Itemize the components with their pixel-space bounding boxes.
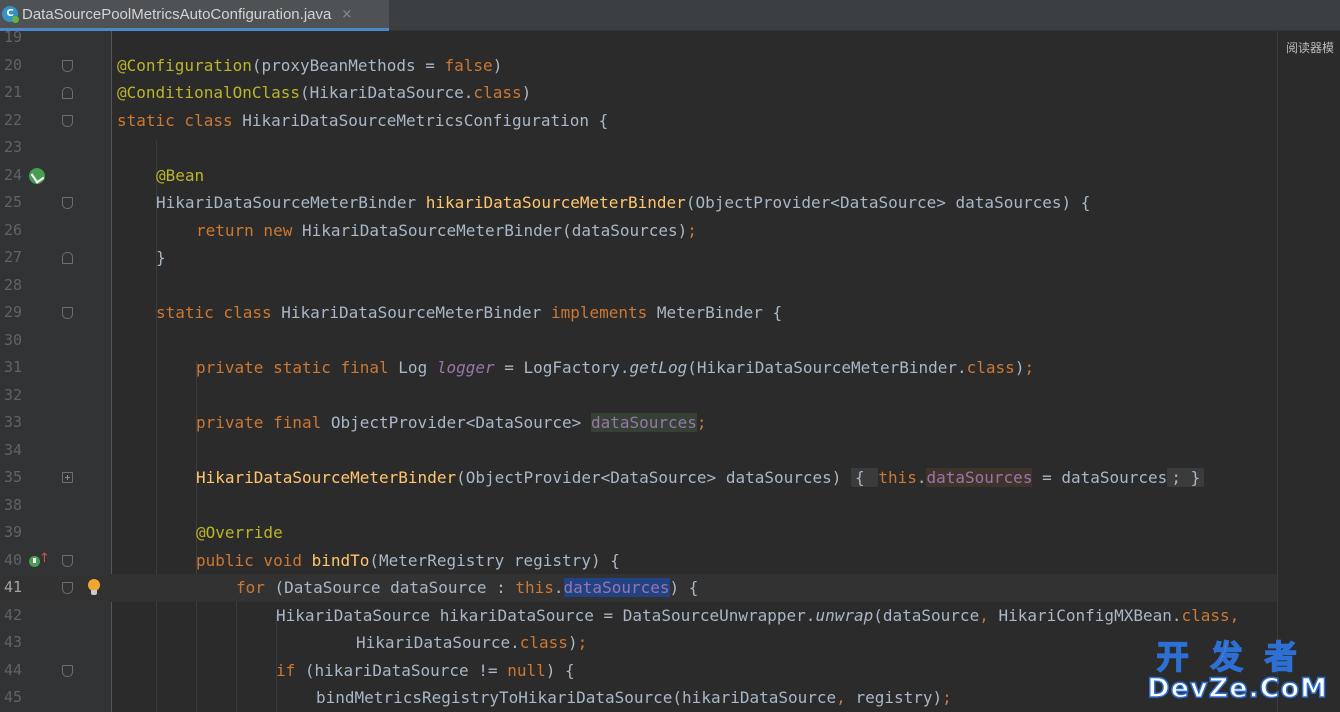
code-text: @Override: [196, 523, 283, 542]
code-line: 29 static class HikariDataSourceMeterBin…: [0, 299, 1340, 327]
code-line: 30: [0, 327, 1340, 355]
fold-start-icon[interactable]: [62, 307, 73, 319]
code-text: for (DataSource dataSource : this.dataSo…: [236, 578, 699, 597]
line-number: 20: [3, 55, 22, 74]
line-number: 41: [3, 578, 22, 596]
close-tab-icon[interactable]: ×: [341, 7, 352, 22]
code-text: @Configuration(proxyBeanMethods = false): [117, 55, 503, 75]
code-line: 26 return new HikariDataSourceMeterBinde…: [0, 217, 1340, 245]
code-line: 43 HikariDataSource.class);: [0, 629, 1340, 657]
line-number: 30: [3, 330, 22, 349]
code-line: 42 HikariDataSource hikariDataSource = D…: [0, 602, 1340, 630]
line-number: 42: [3, 605, 22, 624]
fold-start-icon[interactable]: [62, 197, 73, 209]
code-line: 23: [0, 134, 1340, 162]
code-line: 20 @Configuration(proxyBeanMethods = fal…: [0, 52, 1340, 80]
line-number: 19: [3, 28, 22, 46]
code-text: if (hikariDataSource != null) {: [276, 660, 575, 680]
java-class-icon: C: [2, 6, 19, 23]
code-text: bindMetricsRegistryToHikariDataSource(hi…: [316, 688, 952, 707]
code-line-current: 41 for (DataSource dataSource : this.dat…: [0, 574, 1340, 602]
code-text: static class HikariDataSourceMetricsConf…: [117, 110, 609, 130]
watermark-bottom-text: DevZe.CoM: [1147, 673, 1328, 705]
line-number: 26: [3, 220, 22, 239]
code-line: 40 ↑ public void bindTo(MeterRegistry re…: [0, 547, 1340, 575]
spring-bean-icon[interactable]: [29, 167, 45, 184]
tab-file-name: DataSourcePoolMetricsAutoConfiguration.j…: [22, 5, 332, 23]
fold-start-icon[interactable]: [62, 59, 73, 72]
code-line: 24 @Bean: [0, 162, 1340, 190]
code-text: HikariDataSourceMeterBinder hikariDataSo…: [156, 193, 1091, 212]
code-line: 33 private final ObjectProvider<DataSour…: [0, 409, 1340, 437]
code-line: 39 @Override: [0, 519, 1340, 547]
code-text: HikariDataSource.class);: [356, 633, 588, 652]
lightbulb-icon[interactable]: [87, 579, 101, 597]
code-text: private final ObjectProvider<DataSource>…: [196, 413, 707, 432]
code-line: 32: [0, 382, 1340, 410]
code-text: static class HikariDataSourceMeterBinder…: [156, 303, 783, 322]
line-number: 29: [3, 303, 22, 321]
line-number: 22: [3, 110, 22, 129]
code-text: @Bean: [156, 165, 205, 185]
code-line: 27 }: [0, 244, 1340, 272]
code-text: HikariDataSourceMeterBinder(ObjectProvid…: [196, 464, 1205, 492]
watermark-top-text: 开发者: [1156, 638, 1319, 676]
line-number: 45: [3, 688, 22, 706]
code-text: @ConditionalOnClass(HikariDataSource.cla…: [117, 83, 532, 102]
code-line: 22 static class HikariDataSourceMetricsC…: [0, 107, 1340, 135]
code-text: return new HikariDataSourceMeterBinder(d…: [196, 220, 697, 240]
line-number: 39: [3, 523, 22, 541]
code-line: 31 private static final Log logger = Log…: [0, 354, 1340, 382]
fold-start-icon[interactable]: [62, 114, 73, 127]
line-number: 44: [3, 660, 22, 679]
code-line: 45 bindMetricsRegistryToHikariDataSource…: [0, 684, 1340, 712]
override-method-icon[interactable]: ↑: [29, 552, 50, 570]
line-number: 38: [3, 495, 22, 514]
code-line: 34: [0, 437, 1340, 465]
code-line: 35 HikariDataSourceMeterBinder(ObjectPro…: [0, 464, 1340, 492]
code-editor[interactable]: 阅读器模 19 20 @Configuration(proxyBeanMetho…: [0, 28, 1340, 712]
line-number: 33: [3, 413, 22, 431]
code-text: HikariDataSource hikariDataSource = Data…: [276, 605, 1240, 625]
code-line: 38: [0, 492, 1340, 520]
code-line: 25 HikariDataSourceMeterBinder hikariDat…: [0, 189, 1340, 217]
line-number: 31: [3, 358, 22, 376]
line-number: 25: [3, 193, 22, 211]
line-number: 27: [3, 248, 22, 266]
fold-start-icon[interactable]: [62, 554, 73, 567]
code-text: }: [156, 248, 166, 267]
line-number: 40: [3, 550, 22, 569]
line-number: 24: [3, 165, 22, 184]
line-number: 35: [3, 468, 22, 486]
code-line: 21 @ConditionalOnClass(HikariDataSource.…: [0, 79, 1340, 107]
code-line: 28: [0, 272, 1340, 300]
line-number: 32: [3, 385, 22, 404]
fold-start-icon[interactable]: [62, 664, 73, 677]
line-number: 34: [3, 440, 22, 459]
line-number: 28: [3, 275, 22, 294]
site-watermark: 开发者 DevZe.CoM: [1147, 638, 1328, 705]
code-line: 19: [0, 24, 1340, 52]
line-number: 23: [3, 138, 22, 156]
line-number: 21: [3, 83, 22, 101]
fold-start-icon[interactable]: [62, 582, 73, 594]
code-text: private static final Log logger = LogFac…: [196, 358, 1035, 377]
fold-end-icon[interactable]: [62, 87, 73, 99]
fold-end-icon[interactable]: [62, 252, 73, 264]
line-number: 43: [3, 633, 22, 651]
code-text: public void bindTo(MeterRegistry registr…: [196, 550, 620, 570]
code-line: 44 if (hikariDataSource != null) {: [0, 657, 1340, 685]
fold-expand-icon[interactable]: [62, 472, 73, 483]
